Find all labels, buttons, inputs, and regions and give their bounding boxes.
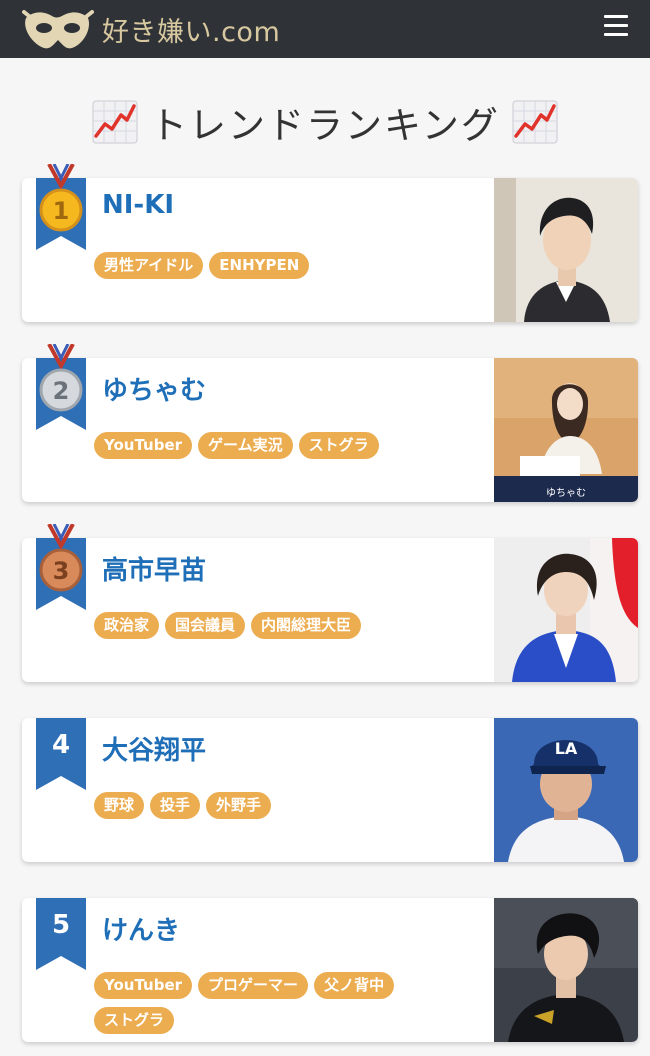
person-name[interactable]: NI-KI (102, 190, 174, 220)
chart-increasing-icon (92, 100, 138, 144)
gold-medal-icon: 1 (36, 164, 86, 250)
rank-number: 4 (51, 730, 71, 760)
tag-list: 野球 投手 外野手 (94, 792, 474, 827)
page-title-text: トレンドランキング (150, 104, 500, 147)
tag[interactable]: 父ノ背中 (314, 972, 395, 999)
ranking-card-3[interactable]: 3 高市早苗 政治家 国会議員 内閣総理大臣 (22, 524, 638, 682)
chart-increasing-icon (512, 100, 558, 144)
tag[interactable]: ゲーム実況 (198, 432, 293, 459)
tag[interactable]: 野球 (94, 792, 145, 819)
svg-text:3: 3 (53, 557, 70, 585)
svg-text:1: 1 (53, 197, 70, 225)
tag[interactable]: プロゲーマー (198, 972, 309, 999)
person-name[interactable]: 大谷翔平 (102, 730, 206, 767)
photo-caption: ゆちゃむ (546, 488, 586, 499)
tag-list: YouTuber ゲーム実況 ストグラ (94, 432, 474, 467)
person-photo[interactable] (494, 178, 638, 322)
tag[interactable]: 国会議員 (165, 612, 246, 639)
page-title: トレンドランキング (0, 94, 650, 150)
person-name[interactable]: 高市早苗 (102, 550, 206, 587)
site-name: 好き嫌い.com (102, 16, 281, 48)
bronze-medal-icon: 3 (36, 524, 86, 610)
person-name[interactable]: けんき (102, 910, 180, 947)
ranking-card-2[interactable]: 2 ゆちゃむ YouTuber ゲーム実況 ストグラ ゆちゃむ (22, 344, 638, 502)
person-photo[interactable] (494, 898, 638, 1042)
ranking-card-4[interactable]: 4 大谷翔平 野球 投手 外野手 LA (22, 718, 638, 862)
tag[interactable]: YouTuber (94, 972, 193, 999)
ranking-card-1[interactable]: 1 NI-KI 男性アイドル ENHYPEN (22, 164, 638, 322)
rank-number: 5 (51, 910, 71, 940)
tag[interactable]: ストグラ (298, 432, 379, 459)
person-photo[interactable] (494, 538, 638, 682)
tag[interactable]: 男性アイドル (94, 252, 204, 279)
tag[interactable]: 投手 (150, 792, 201, 819)
svg-text:2: 2 (53, 377, 70, 405)
tag[interactable]: ストグラ (94, 1007, 175, 1034)
top-navigation-bar: 好き嫌い.com (0, 0, 650, 58)
tag[interactable]: 政治家 (94, 612, 160, 639)
person-photo[interactable]: ゆちゃむ (494, 358, 638, 502)
silver-medal-icon: 2 (36, 344, 86, 430)
tag-list: YouTuber プロゲーマー 父ノ背中 ストグラ (94, 972, 474, 1042)
tag[interactable]: YouTuber (94, 432, 193, 459)
tag[interactable]: 外野手 (206, 792, 272, 819)
site-logo[interactable]: 好き嫌い.com (22, 4, 280, 54)
svg-text:LA: LA (555, 739, 578, 758)
hamburger-icon[interactable] (604, 15, 628, 37)
tag-list: 男性アイドル ENHYPEN (94, 252, 474, 287)
tag-list: 政治家 国会議員 内閣総理大臣 (94, 612, 474, 647)
person-name[interactable]: ゆちゃむ (102, 370, 206, 407)
tag[interactable]: 内閣総理大臣 (251, 612, 362, 639)
person-photo[interactable]: LA (494, 718, 638, 862)
ranking-card-5[interactable]: 5 けんき YouTuber プロゲーマー 父ノ背中 ストグラ (22, 898, 638, 1042)
tag[interactable]: ENHYPEN (209, 252, 310, 279)
mask-icon (22, 10, 94, 49)
